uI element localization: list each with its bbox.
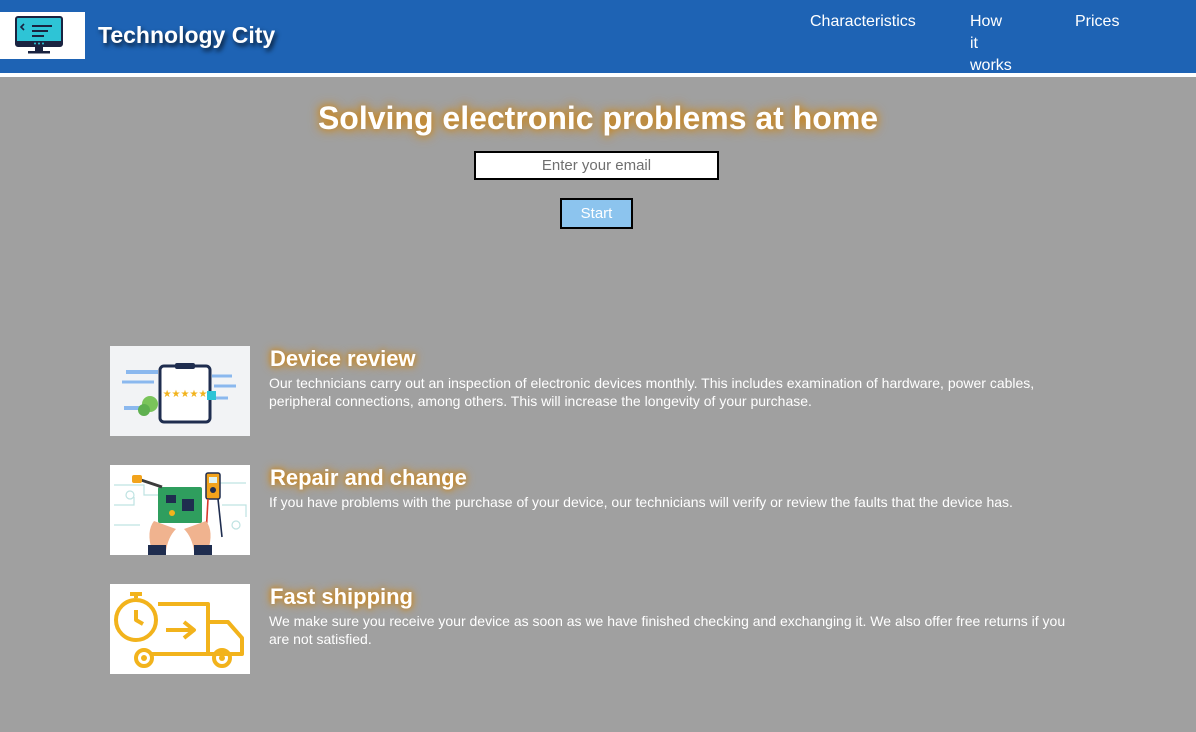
feature-description: If you have problems with the purchase o… bbox=[269, 494, 1013, 510]
feature-description: Our technicians carry out an inspection … bbox=[269, 375, 1035, 409]
start-button[interactable]: Start bbox=[560, 198, 633, 229]
feature-image: ★★★★★ bbox=[110, 346, 250, 436]
feature-description: We make sure you receive your device as … bbox=[269, 613, 1066, 647]
svg-text:★★★★★: ★★★★★ bbox=[163, 389, 208, 400]
feature-image bbox=[110, 465, 250, 555]
feature-repair-and-change: Repair and change If you have problems w… bbox=[110, 465, 1070, 555]
nav-how-it-works[interactable]: How it works bbox=[970, 11, 1012, 77]
feature-image bbox=[110, 584, 250, 674]
email-input[interactable] bbox=[474, 151, 719, 180]
brand-title: Technology City bbox=[98, 22, 276, 48]
nav-characteristics[interactable]: Characteristics bbox=[810, 11, 916, 33]
feature-title: Device review bbox=[270, 346, 416, 371]
site-header: Technology City Characteristics How it w… bbox=[0, 0, 1196, 77]
circuit-repair-icon bbox=[110, 465, 250, 555]
delivery-truck-icon bbox=[110, 584, 250, 674]
tablet-review-icon: ★★★★★ bbox=[110, 346, 250, 436]
computer-monitor-icon bbox=[15, 16, 63, 54]
logo[interactable] bbox=[0, 12, 85, 59]
nav-prices[interactable]: Prices bbox=[1075, 11, 1119, 33]
feature-device-review: ★★★★★ Device review Our technicians carr… bbox=[110, 346, 1070, 436]
feature-fast-shipping: Fast shipping We make sure you receive y… bbox=[110, 584, 1070, 674]
feature-title: Repair and change bbox=[270, 465, 467, 490]
feature-title: Fast shipping bbox=[270, 584, 413, 609]
hero-title: Solving electronic problems at home bbox=[317, 100, 879, 136]
